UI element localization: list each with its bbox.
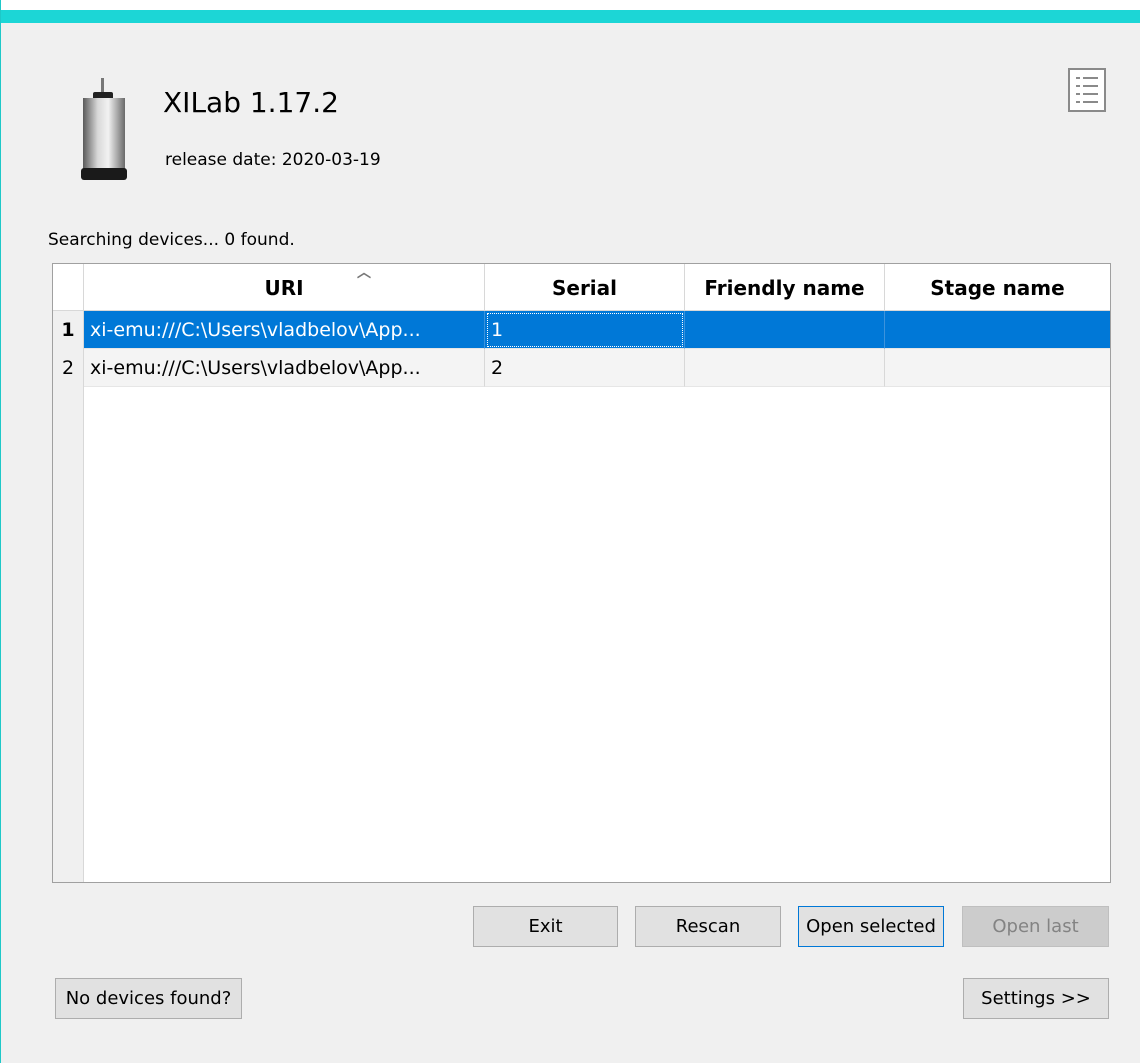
rescan-button[interactable]: Rescan: [635, 906, 781, 947]
app-title: XILab 1.17.2: [163, 86, 339, 119]
column-header-friendly-name[interactable]: Friendly name: [685, 264, 885, 311]
search-status: Searching devices... 0 found.: [48, 230, 295, 250]
cell-serial[interactable]: 1: [485, 311, 685, 349]
cell-friendly-name[interactable]: [685, 349, 885, 387]
column-label: Stage name: [930, 275, 1065, 300]
open-last-button[interactable]: Open last: [962, 906, 1109, 947]
window-top-edge: [1, 0, 1140, 10]
table-header: ︿ URI Serial Friendly name Stage name: [53, 264, 1110, 311]
cell-uri[interactable]: xi-emu:///C:\Users\vladbelov\App...: [84, 311, 485, 349]
cell-uri[interactable]: xi-emu:///C:\Users\vladbelov\App...: [84, 349, 485, 387]
cell-friendly-name[interactable]: [685, 311, 885, 349]
cell-stage-name[interactable]: [885, 349, 1110, 387]
cell-serial[interactable]: 2: [485, 349, 685, 387]
column-label: Friendly name: [704, 275, 865, 300]
row-number-gutter: [53, 311, 84, 882]
table-row[interactable]: 1 xi-emu:///C:\Users\vladbelov\App... 1: [53, 311, 1110, 349]
no-devices-found-button[interactable]: No devices found?: [55, 978, 242, 1019]
column-label: URI: [264, 275, 304, 300]
device-table[interactable]: ︿ URI Serial Friendly name Stage name 1 …: [52, 263, 1111, 883]
stepper-motor-icon: [81, 78, 127, 180]
column-label: Serial: [551, 275, 618, 300]
log-document-icon[interactable]: [1068, 68, 1106, 112]
xilab-window: XILab 1.17.2 release date: 2020-03-19 Se…: [0, 0, 1140, 1063]
open-selected-button[interactable]: Open selected: [798, 906, 944, 947]
header-corner: [53, 264, 84, 311]
settings-button[interactable]: Settings >>: [963, 978, 1109, 1019]
column-header-serial[interactable]: Serial: [485, 264, 685, 311]
column-header-uri[interactable]: ︿ URI: [84, 264, 485, 311]
cell-stage-name[interactable]: [885, 311, 1110, 349]
accent-title-bar: [1, 10, 1140, 23]
release-date: release date: 2020-03-19: [165, 150, 381, 170]
column-header-stage-name[interactable]: Stage name: [885, 264, 1110, 311]
row-number: 2: [53, 349, 84, 387]
sort-ascending-icon: ︿: [357, 265, 371, 281]
row-number: 1: [53, 311, 84, 349]
table-row[interactable]: 2 xi-emu:///C:\Users\vladbelov\App... 2: [53, 349, 1110, 387]
exit-button[interactable]: Exit: [473, 906, 618, 947]
